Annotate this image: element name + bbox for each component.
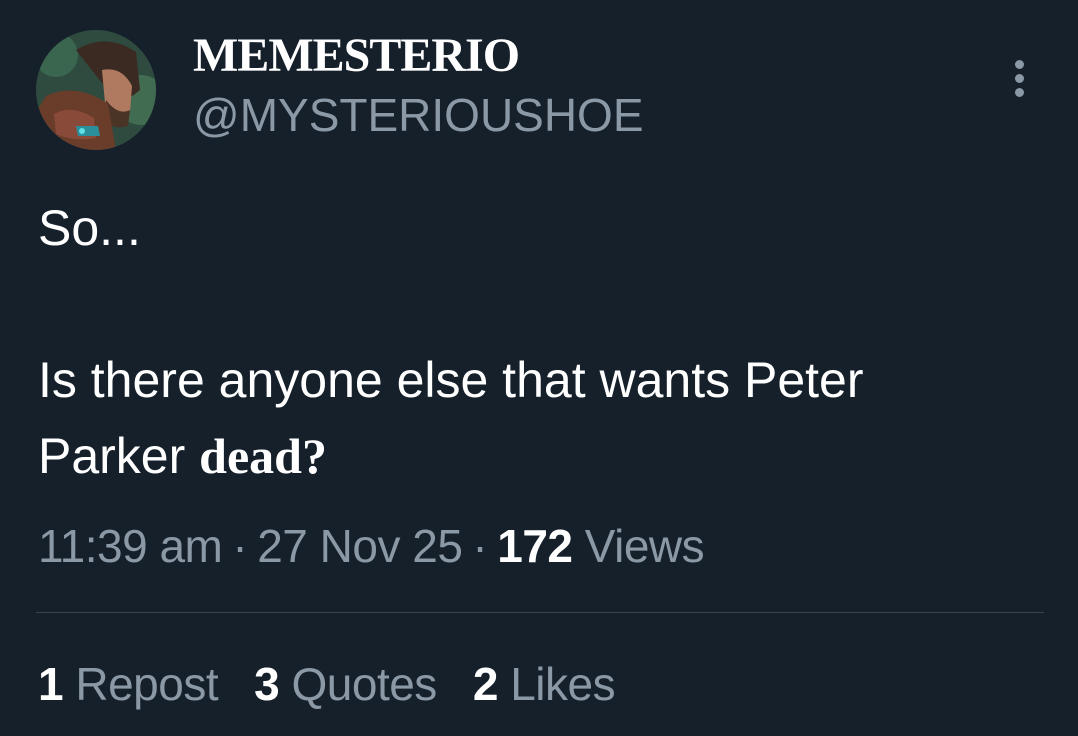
likes-count: 2 xyxy=(472,658,499,710)
likes-stat[interactable]: 2 Likes xyxy=(472,656,616,712)
views-label: Views xyxy=(584,520,705,572)
avatar-image xyxy=(36,30,156,150)
avatar[interactable] xyxy=(36,30,156,150)
more-vertical-icon xyxy=(1015,74,1024,83)
tweet-time[interactable]: 11:39 am xyxy=(38,520,223,572)
likes-label: Likes xyxy=(510,658,616,710)
reposts-stat[interactable]: 1 Repost xyxy=(38,656,219,712)
reposts-count: 1 xyxy=(38,658,64,710)
quotes-stat[interactable]: 3 Quotes xyxy=(254,656,437,712)
more-options-button[interactable] xyxy=(1004,56,1036,100)
author-display-name[interactable]: MEMESTERIO xyxy=(193,30,520,82)
tweet-stylized-word: dead xyxy=(199,428,302,484)
tweet-card: MEMESTERIO @MYSTERIOUSHOE So... Is there… xyxy=(0,0,1078,736)
quotes-label: Quotes xyxy=(291,658,438,710)
reposts-label: Repost xyxy=(75,658,219,710)
tweet-text-line: So... xyxy=(38,200,141,256)
tweet-date[interactable]: 27 Nov 25 xyxy=(257,520,463,572)
meta-separator: · xyxy=(232,520,248,572)
tweet-text-line: Parker dead? xyxy=(38,418,1048,494)
views-count: 172 xyxy=(497,520,573,572)
tweet-text-line: Is there anyone else that wants Peter xyxy=(38,352,864,408)
more-vertical-icon xyxy=(1015,60,1024,69)
engagement-stats: 1 Repost 3 Quotes 2 Likes xyxy=(38,656,651,712)
tweet-text-fragment: Parker xyxy=(38,428,200,484)
divider xyxy=(36,612,1044,613)
author-handle[interactable]: @MYSTERIOUSHOE xyxy=(193,88,644,142)
more-vertical-icon xyxy=(1015,88,1024,97)
meta-separator: · xyxy=(472,520,488,572)
tweet-question-mark: ? xyxy=(301,428,327,484)
tweet-text: So... Is there anyone else that wants Pe… xyxy=(38,190,1048,494)
quotes-count: 3 xyxy=(254,658,280,710)
tweet-meta: 11:39 am · 27 Nov 25 · 172 Views xyxy=(38,518,705,574)
